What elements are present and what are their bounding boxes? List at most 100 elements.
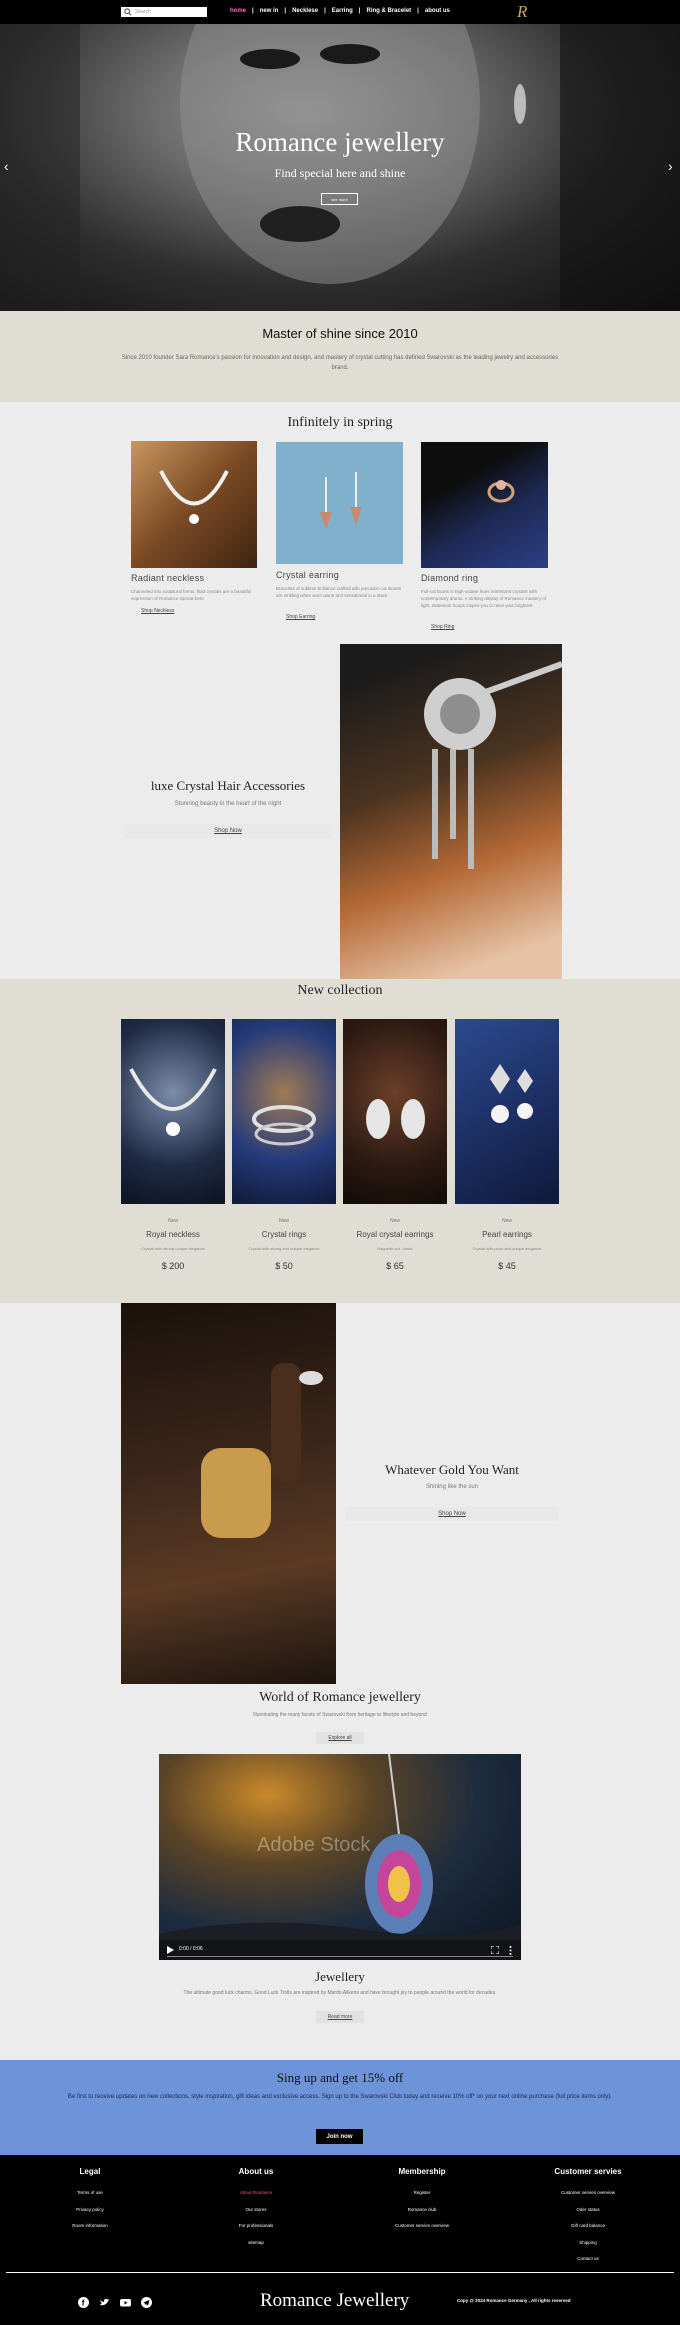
new-badge: New [501, 1218, 512, 1224]
new-badge: New [389, 1218, 400, 1224]
footer-link[interactable]: Terms of use [30, 2185, 150, 2202]
product-description: Channeled into sculptural forms, fluid c… [131, 589, 252, 601]
collection-image-necklace[interactable] [121, 1019, 225, 1204]
footer-column-legal: Legal Terms of use Privacy policy Room i… [30, 2167, 150, 2235]
product-image-ring[interactable] [421, 442, 548, 568]
hair-feature-title: luxe Crystal Hair Accessories [150, 778, 306, 793]
collection-item-name: Crystal rings [261, 1230, 307, 1239]
collection-image-pearl-earrings[interactable] [455, 1019, 559, 1204]
nav-separator: | [252, 8, 254, 14]
search-placeholder: Search [135, 9, 151, 15]
play-icon[interactable] [167, 1946, 174, 1954]
new-collection-section [0, 979, 680, 1303]
more-options-icon[interactable] [509, 1946, 512, 1955]
collection-item-price: $ 65 [386, 1261, 404, 1271]
video-watermark: Adobe Stock [257, 1834, 371, 1856]
brand-intro-text: Since 2010 founder Sara Romance's passio… [121, 355, 559, 371]
footer-link[interactable]: Customer servies overview [362, 2218, 482, 2235]
footer-divider [6, 2272, 674, 2273]
footer-link[interactable]: Privacy policy [30, 2202, 150, 2219]
collection-item-name: Royal crystal earrings [356, 1230, 434, 1239]
nav-new-in[interactable]: new in [260, 8, 279, 14]
footer-link[interactable]: Gift card balance [528, 2218, 648, 2235]
shop-ring-link[interactable]: Shop Ring [431, 624, 454, 630]
footer: Legal Terms of use Privacy policy Room i… [0, 2155, 680, 2325]
fullscreen-icon[interactable] [491, 1946, 499, 1954]
nav-about-us[interactable]: about us [425, 8, 450, 14]
footer-link[interactable]: Shipping [528, 2235, 648, 2252]
new-badge: New [167, 1218, 178, 1224]
nav-necklace[interactable]: Necklese [292, 8, 318, 14]
footer-link[interactable]: sitemap [196, 2235, 316, 2252]
hair-shop-now-button[interactable]: Shop Now [123, 824, 333, 838]
new-badge: New [278, 1218, 289, 1224]
footer-link[interactable]: Our stores [196, 2202, 316, 2219]
gold-ring-image[interactable] [121, 1303, 336, 1684]
product-description: Bracelets of sublime brilliance crafted … [276, 586, 402, 598]
telegram-icon[interactable] [141, 2297, 152, 2308]
gold-feature-subtitle: Shining like the sun [425, 1484, 479, 1490]
svg-text:f: f [82, 2299, 85, 2308]
footer-link[interactable]: For professionals [196, 2218, 316, 2235]
footer-column-customer-service: Customer servies Customer servies overvi… [528, 2167, 648, 2268]
product-name: Radiant neckless [131, 573, 205, 583]
carousel-prev-icon[interactable]: ‹ [4, 158, 9, 174]
explore-all-button[interactable]: Explore all [316, 1732, 364, 1744]
collection-item-name: Royal neckless [146, 1230, 200, 1239]
spring-section-title: Infinitely in spring [287, 415, 393, 430]
hero-see-more-button[interactable]: see more [321, 193, 358, 205]
shop-earring-link[interactable]: Shop Earring [286, 614, 315, 620]
nav-separator: | [284, 8, 287, 14]
shop-necklace-link[interactable]: Shop Neckless [141, 608, 174, 614]
footer-link[interactable]: Oder status [528, 2202, 648, 2219]
top-navigation-bar: Search home | new in | Necklese | Earrin… [0, 0, 680, 24]
main-nav: home | new in | Necklese | Earring | Rin… [230, 8, 450, 14]
collection-item-price: $ 50 [275, 1261, 293, 1271]
footer-column-title: Legal [79, 2167, 101, 2176]
nav-home[interactable]: home [230, 8, 246, 14]
footer-column-membership: Membership Register Romance club Custome… [362, 2167, 482, 2235]
product-name: Diamond ring [421, 573, 479, 583]
footer-copyright: Copy @ 2024 Romance Germany , All rights… [457, 2298, 571, 2303]
collection-item-desc: Crystal with strong and unique elegance [248, 1246, 320, 1251]
facebook-icon[interactable]: f [78, 2297, 89, 2308]
footer-column-title: Membership [398, 2167, 446, 2176]
search-input[interactable]: Search [121, 7, 207, 17]
footer-brand-logo[interactable]: Romance Jewellery [260, 2290, 409, 2312]
search-icon [124, 8, 132, 16]
twitter-icon[interactable] [99, 2297, 110, 2308]
video-player[interactable]: Adobe Stock 0:00 / 0:06 [159, 1754, 521, 1960]
footer-link[interactable]: Room information [30, 2218, 150, 2235]
video-time: 0:00 / 0:06 [179, 1946, 203, 1952]
collection-item-name: Pearl earrings [482, 1230, 532, 1239]
read-more-button[interactable]: Read more [316, 2011, 364, 2023]
footer-link[interactable]: Customer servies overview [528, 2185, 648, 2202]
collection-item-desc: Crystal with strong unique elegance [141, 1246, 205, 1251]
collection-image-earrings[interactable] [343, 1019, 447, 1204]
nav-ring-bracelet[interactable]: Ring & Bracelet [366, 8, 411, 14]
brand-logo[interactable]: R [517, 2, 527, 22]
signup-title: Sing up and get 15% off [276, 2070, 404, 2085]
nav-earring[interactable]: Earring [332, 8, 353, 14]
footer-link[interactable]: Register [362, 2185, 482, 2202]
page: Search home | new in | Necklese | Earrin… [0, 0, 680, 2325]
hair-feature-subtitle: Stunning beauty in the heart of the nigh… [174, 801, 282, 807]
join-now-button[interactable]: Join now [316, 2129, 363, 2144]
gold-shop-now-button[interactable]: Shop Now [345, 1507, 559, 1521]
footer-link[interactable]: Contact us [528, 2251, 648, 2268]
product-image-necklace[interactable] [131, 441, 257, 568]
brand-intro-title: Master of shine since 2010 [262, 326, 418, 341]
carousel-next-icon[interactable]: › [668, 158, 673, 174]
product-name: Crystal earring [276, 570, 340, 580]
footer-link[interactable]: About Romance [196, 2185, 316, 2202]
product-image-earring[interactable] [276, 442, 403, 564]
collection-image-rings[interactable] [232, 1019, 336, 1204]
collection-item-desc: Crystal with pearl and unique elegance [472, 1246, 542, 1251]
footer-link[interactable]: Romance club [362, 2202, 482, 2219]
hair-accessory-image[interactable] [340, 644, 562, 979]
newsletter-signup: Sing up and get 15% off Be first to rece… [0, 2060, 680, 2155]
youtube-icon[interactable] [120, 2297, 131, 2308]
video-progress-bar[interactable] [167, 1956, 513, 1957]
nav-separator: | [358, 8, 361, 14]
footer-column-about: About us About Romance Our stores For pr… [196, 2167, 316, 2251]
